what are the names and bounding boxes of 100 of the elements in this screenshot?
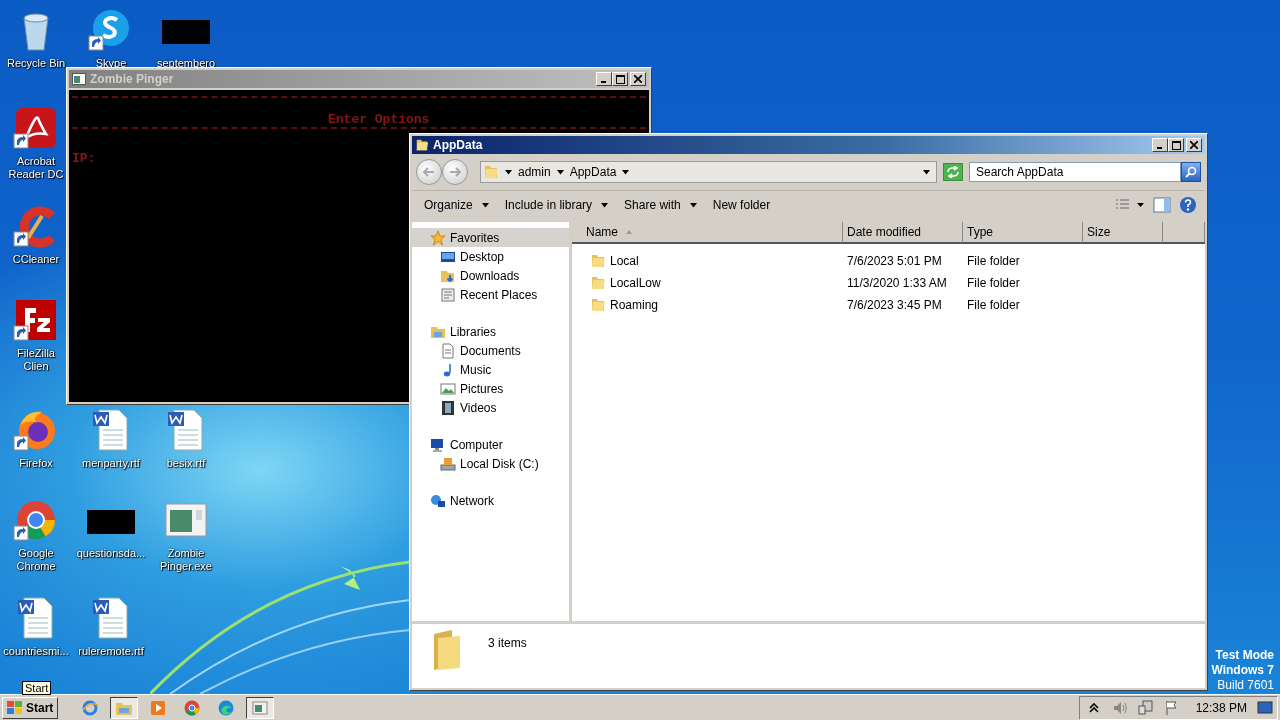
maximize-button[interactable] — [612, 72, 628, 86]
taskbar-app-button[interactable] — [110, 696, 139, 719]
toolbar-button[interactable]: Include in library — [496, 194, 617, 216]
desktop-icon-label: ruleremote.rtf — [78, 645, 144, 658]
folder-icon — [415, 138, 429, 152]
folder-icon — [590, 253, 606, 269]
desktop-icon-label: septembero — [156, 57, 216, 70]
caret-icon — [556, 169, 564, 175]
nav-item[interactable]: Network — [412, 491, 569, 510]
close-button[interactable] — [630, 72, 646, 86]
clock[interactable]: 12:38 PM — [1195, 700, 1247, 715]
refresh-button[interactable] — [943, 163, 963, 181]
breadcrumb-item[interactable]: AppData — [569, 165, 617, 179]
column-header[interactable]: Name — [572, 222, 843, 244]
start-tooltip: Start — [22, 681, 52, 695]
globe-icon — [81, 698, 100, 717]
type-cell-text: File folder — [966, 297, 1021, 314]
nav-item[interactable]: Computer — [412, 435, 569, 454]
file-name[interactable]: Roaming — [610, 294, 659, 316]
forward-arrow-icon — [449, 167, 461, 177]
close-icon — [1190, 141, 1198, 149]
file-name[interactable]: LocalLow — [610, 272, 661, 294]
maximize-button[interactable] — [1168, 138, 1184, 152]
type-cell-text: File folder — [966, 253, 1021, 270]
column-header[interactable]: Size — [1083, 222, 1163, 244]
type-cell-text: File folder — [966, 275, 1021, 292]
column-header[interactable]: Date modified — [843, 222, 963, 244]
window-icon — [72, 73, 86, 85]
toolbar-button[interactable]: Organize — [416, 194, 497, 216]
film-icon — [440, 399, 456, 416]
network-icon[interactable] — [1137, 699, 1154, 716]
folder-icon — [483, 164, 499, 180]
help-icon — [1179, 196, 1197, 214]
network-icon — [430, 492, 446, 509]
chrome-icon — [183, 698, 202, 717]
start-button[interactable]: Start — [2, 696, 59, 719]
play-icon — [149, 698, 168, 717]
preview-pane-icon — [1153, 197, 1171, 213]
nav-item[interactable]: Downloads — [412, 266, 569, 285]
desktop-icon-label: Acrobat Reader DC — [7, 155, 65, 181]
test-mode-text: Build 7601 — [1217, 678, 1274, 693]
window-title: AppData — [433, 138, 484, 152]
minimize-button[interactable] — [1152, 138, 1168, 152]
caret-icon — [923, 169, 930, 175]
nav-item[interactable]: Favorites — [412, 228, 569, 247]
document-icon — [440, 342, 456, 359]
window-title: Zombie Pinger — [90, 72, 175, 86]
desktop-icon-label: menparty.rtf — [82, 457, 140, 470]
console-prompt: IP: — [72, 151, 96, 166]
taskbar-app-button[interactable] — [246, 696, 275, 719]
forward-button[interactable] — [442, 159, 468, 185]
show-desktop-icon[interactable] — [1257, 699, 1273, 716]
search-field[interactable]: Search AppData — [969, 162, 1181, 182]
star-icon — [430, 229, 446, 246]
nav-item[interactable]: Libraries — [412, 322, 569, 341]
date-modified-cell-text: 7/6/2023 3:45 PM — [846, 297, 943, 314]
refresh-icon — [946, 166, 960, 178]
maximize-icon — [1171, 140, 1181, 150]
toolbar-button[interactable]: Share with — [616, 194, 705, 216]
close-icon — [634, 75, 642, 83]
edge-icon — [217, 698, 236, 717]
nav-item[interactable]: Documents — [412, 341, 569, 360]
nav-item[interactable]: Desktop — [412, 247, 569, 266]
recent-places-icon — [440, 286, 456, 303]
desktop-icon-label: countriesmi... — [3, 645, 69, 658]
column-header[interactable]: Type — [963, 222, 1083, 244]
folder-icon — [590, 297, 606, 313]
file-name[interactable]: Local — [610, 250, 639, 272]
nav-item[interactable]: Local Disk (C:) — [412, 454, 569, 473]
desktop-icon-label: Zombie Pinger.exe — [159, 547, 213, 573]
maximize-icon — [615, 74, 625, 84]
desktop-icon-label: questionsda... — [76, 547, 146, 560]
test-mode-text: Test Mode — [1215, 648, 1274, 663]
minimize-button[interactable] — [596, 72, 612, 86]
search-button[interactable] — [1181, 162, 1201, 182]
caret-icon — [622, 169, 630, 175]
close-button[interactable] — [1186, 138, 1202, 152]
console-heading: Enter Options — [328, 112, 430, 127]
computer-icon — [430, 436, 446, 453]
breadcrumb-item[interactable]: admin — [518, 165, 551, 179]
flag-icon[interactable] — [1163, 699, 1180, 716]
desktop-icon-label: CCleaner — [12, 253, 60, 266]
address-bar[interactable]: admin AppData — [480, 161, 937, 183]
search-icon — [1185, 166, 1197, 178]
nav-item[interactable]: Music — [412, 360, 569, 379]
toolbar-button[interactable]: New folder — [704, 194, 779, 216]
desktop-icon-label: besix.rtf — [166, 457, 206, 470]
view-list-icon — [1115, 198, 1145, 212]
desktop-icon-label: Firefox — [19, 457, 53, 470]
date-modified-cell-text: 7/6/2023 5:01 PM — [846, 253, 943, 270]
nav-item[interactable]: Videos — [412, 398, 569, 417]
column-header — [1163, 222, 1205, 244]
caret-icon — [505, 169, 512, 175]
desktop-icon-label: Google Chrome — [15, 547, 57, 573]
nav-item[interactable]: Recent Places — [412, 285, 569, 304]
item-count: 3 items — [488, 636, 527, 650]
date-modified-cell-text: 11/3/2020 1:33 AM — [846, 275, 948, 292]
back-arrow-icon — [423, 167, 435, 177]
nav-item[interactable]: Pictures — [412, 379, 569, 398]
window-icon — [251, 698, 270, 717]
